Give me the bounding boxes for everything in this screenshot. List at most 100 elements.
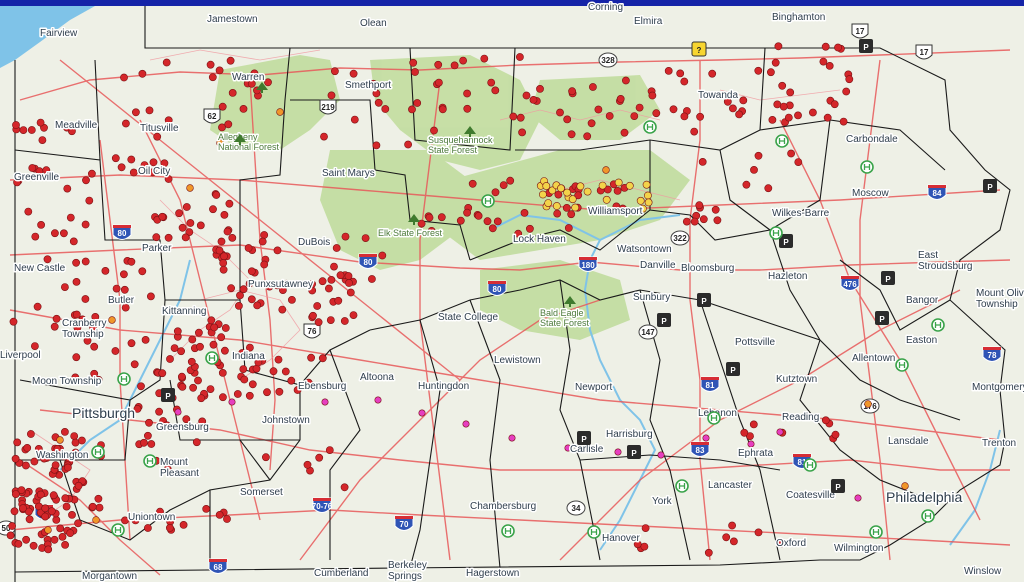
well-marker-red[interactable] [361, 234, 370, 242]
well-marker-red[interactable] [173, 327, 182, 336]
well-marker-red[interactable] [122, 119, 130, 128]
well-marker-red[interactable] [324, 284, 333, 293]
well-marker-red[interactable] [750, 165, 758, 174]
well-marker-red[interactable] [220, 252, 228, 261]
well-marker-red[interactable] [330, 67, 339, 76]
well-marker-yellow[interactable] [614, 178, 623, 187]
well-marker-red[interactable] [487, 78, 496, 87]
map-canvas[interactable]: 1717328219628080801808447678761478183811… [0, 0, 1024, 582]
well-marker-red[interactable] [63, 184, 72, 193]
well-marker-red[interactable] [94, 494, 103, 503]
well-marker-red[interactable] [220, 346, 229, 355]
well-marker-yellow[interactable] [552, 202, 561, 210]
well-marker-red[interactable] [334, 296, 343, 305]
well-marker-red[interactable] [553, 209, 562, 218]
well-marker-red[interactable] [31, 342, 39, 350]
well-marker-red[interactable] [66, 213, 75, 222]
well-marker-red[interactable] [178, 223, 187, 232]
well-marker-red[interactable] [50, 322, 59, 331]
well-marker-red[interactable] [120, 270, 128, 279]
well-marker-red[interactable] [117, 163, 126, 172]
well-marker-red[interactable] [506, 176, 515, 185]
well-marker-red[interactable] [641, 524, 650, 532]
well-marker-red[interactable] [699, 215, 708, 224]
well-marker-red[interactable] [318, 277, 327, 286]
well-marker-red[interactable] [784, 113, 793, 122]
well-marker-red[interactable] [218, 393, 227, 402]
well-marker-red[interactable] [90, 342, 99, 351]
well-marker-pink[interactable] [228, 398, 236, 406]
well-marker-red[interactable] [72, 277, 81, 286]
well-marker-red[interactable] [226, 56, 235, 65]
well-marker-red[interactable] [145, 418, 153, 427]
well-marker-red[interactable] [64, 463, 72, 472]
well-marker-yellow[interactable] [542, 182, 551, 190]
well-marker-red[interactable] [344, 272, 353, 280]
well-marker-red[interactable] [341, 232, 350, 241]
well-marker-red[interactable] [158, 369, 167, 378]
well-marker-red[interactable] [197, 394, 206, 403]
well-marker-red[interactable] [120, 285, 129, 294]
well-marker-red[interactable] [722, 533, 731, 542]
well-marker-red[interactable] [188, 335, 197, 344]
well-marker-red[interactable] [82, 176, 90, 185]
well-marker-red[interactable] [153, 132, 162, 141]
well-marker-red[interactable] [303, 460, 312, 469]
well-marker-red[interactable] [409, 58, 418, 67]
well-marker-red[interactable] [698, 157, 707, 166]
well-marker-red[interactable] [830, 100, 839, 109]
well-marker-red[interactable] [95, 503, 104, 512]
parking-icon[interactable]: P [577, 431, 591, 445]
well-marker-orange[interactable] [276, 108, 284, 116]
well-marker-red[interactable] [404, 140, 412, 149]
well-marker-red[interactable] [208, 73, 217, 82]
hospital-icon[interactable] [587, 525, 601, 539]
well-marker-red[interactable] [11, 490, 20, 498]
well-marker-red[interactable] [62, 502, 71, 511]
well-marker-red[interactable] [9, 317, 18, 326]
well-marker-red[interactable] [58, 533, 67, 541]
parking-icon[interactable]: P [697, 293, 711, 307]
well-marker-red[interactable] [742, 180, 751, 189]
well-marker-red[interactable] [520, 208, 529, 217]
well-marker-red[interactable] [207, 316, 216, 325]
hospital-icon[interactable] [869, 525, 883, 539]
well-marker-red[interactable] [823, 113, 832, 122]
hospital-icon[interactable] [707, 411, 721, 425]
well-marker-red[interactable] [616, 95, 625, 103]
well-marker-red[interactable] [327, 91, 336, 100]
hospital-icon[interactable] [481, 194, 495, 208]
well-marker-yellow[interactable] [602, 195, 611, 204]
well-marker-red[interactable] [690, 217, 699, 226]
well-marker-red[interactable] [31, 232, 40, 241]
well-marker-red[interactable] [589, 83, 597, 91]
well-marker-red[interactable] [182, 203, 191, 211]
well-marker-red[interactable] [613, 186, 622, 195]
well-marker-red[interactable] [336, 271, 345, 280]
well-marker-red[interactable] [196, 221, 205, 230]
well-marker-yellow[interactable] [583, 187, 592, 196]
well-marker-red[interactable] [771, 58, 780, 67]
well-marker-red[interactable] [620, 128, 629, 137]
well-marker-red[interactable] [509, 112, 518, 121]
well-marker-orange[interactable] [108, 316, 116, 324]
well-marker-red[interactable] [831, 430, 840, 439]
well-marker-red[interactable] [71, 438, 80, 447]
well-marker-red[interactable] [72, 258, 80, 267]
well-marker-red[interactable] [480, 54, 489, 63]
well-marker-red[interactable] [13, 438, 22, 447]
well-marker-red[interactable] [245, 391, 254, 400]
well-marker-red[interactable] [72, 353, 81, 362]
well-marker-red[interactable] [112, 284, 121, 293]
well-marker-red[interactable] [137, 382, 145, 391]
well-marker-red[interactable] [809, 108, 817, 117]
well-marker-red[interactable] [556, 108, 564, 117]
well-marker-red[interactable] [275, 387, 284, 396]
well-marker-red[interactable] [74, 519, 82, 528]
well-marker-red[interactable] [587, 119, 596, 128]
well-marker-red[interactable] [307, 353, 315, 362]
well-marker-red[interactable] [630, 112, 639, 120]
well-marker-red[interactable] [210, 323, 219, 332]
well-marker-yellow[interactable] [598, 181, 607, 190]
well-marker-red[interactable] [220, 210, 229, 219]
